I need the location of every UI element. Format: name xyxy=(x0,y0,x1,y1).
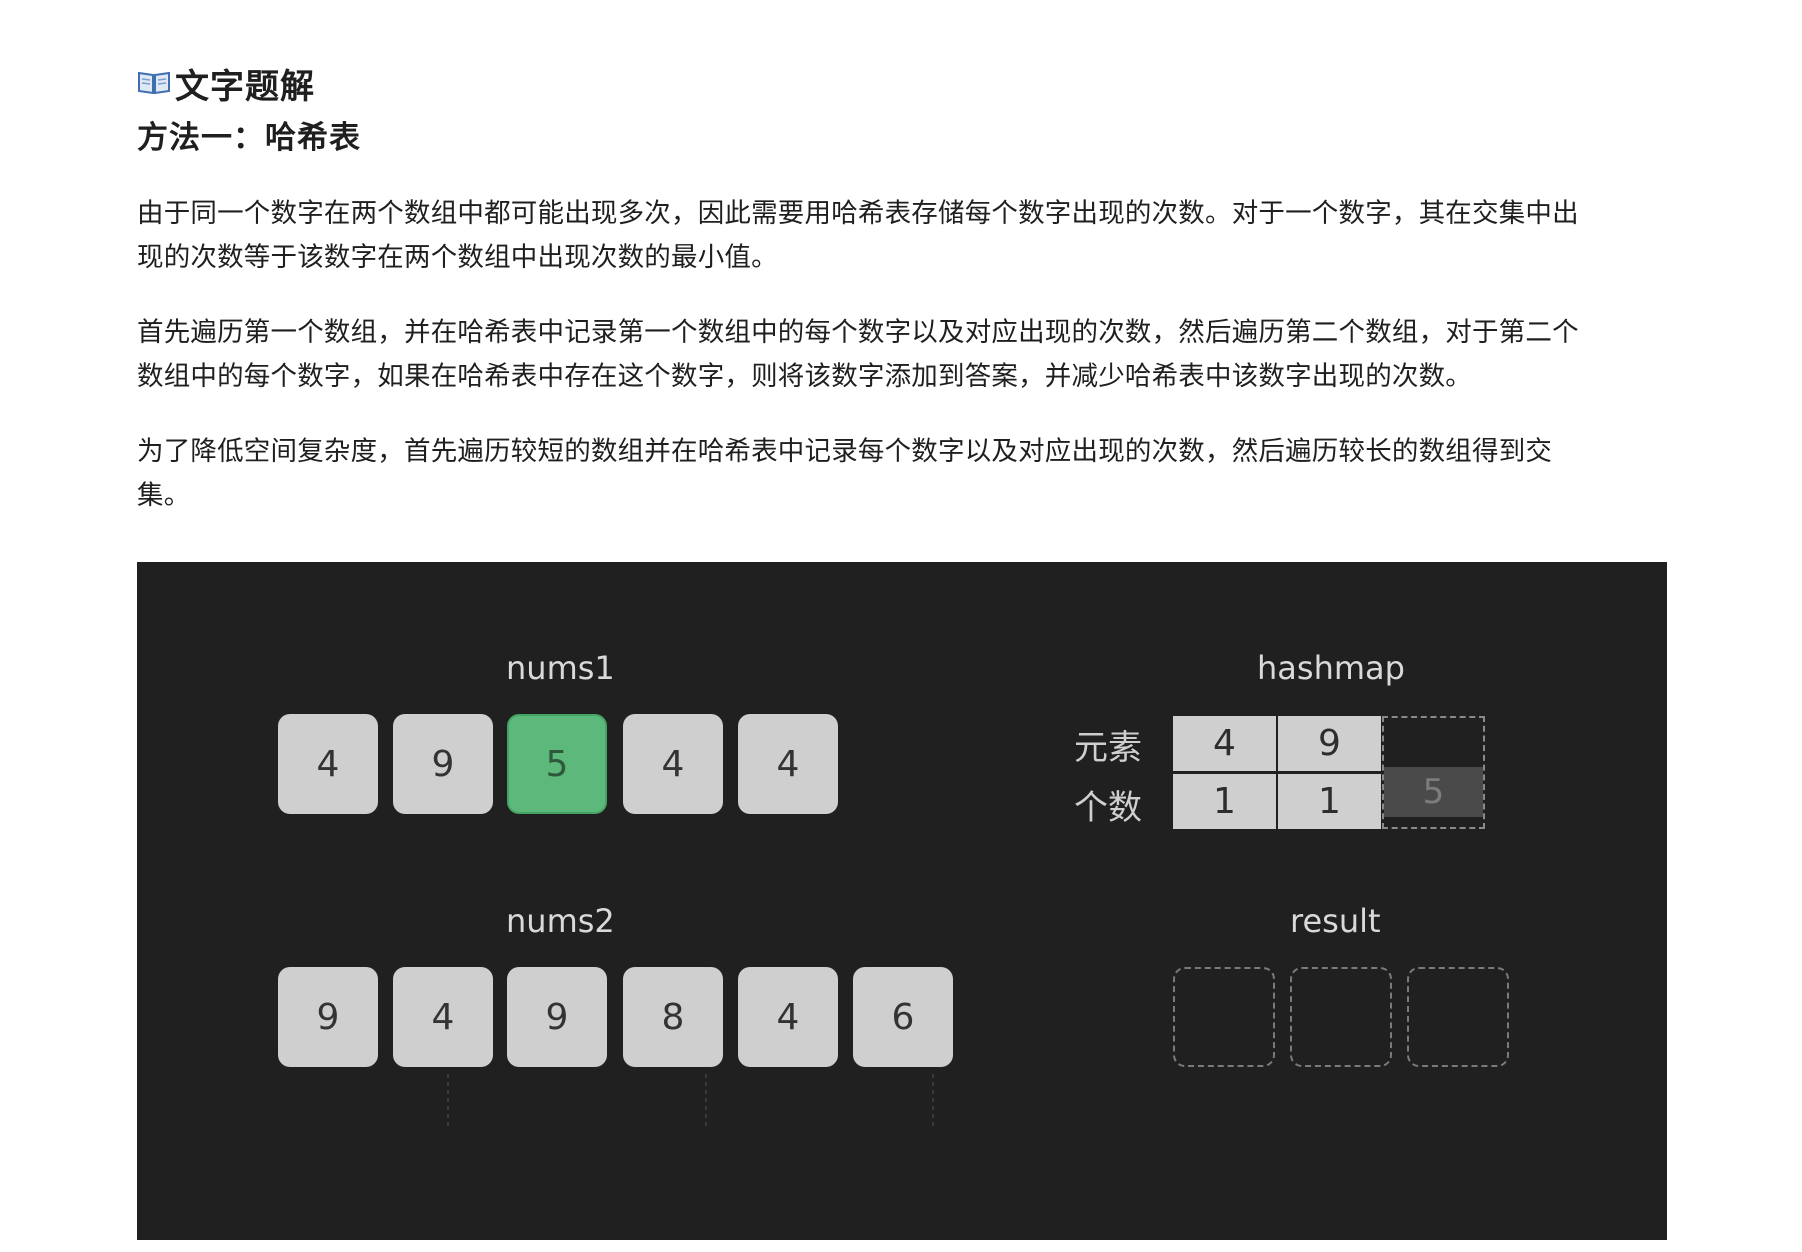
nums2-cell: 9 xyxy=(507,967,607,1067)
nums1-cell: 9 xyxy=(393,714,493,814)
hashmap-element-row-label: 元素 xyxy=(1074,728,1142,768)
paragraph-2-line-2: 数组中的每个数字，如果在哈希表中存在这个数字，则将该数字添加到答案，并减少哈希表… xyxy=(137,361,1472,392)
nums2-label: nums2 xyxy=(506,902,615,940)
paragraph-1-line-1: 由于同一个数字在两个数组中都可能出现多次，因此需要用哈希表存储每个数字出现的次数… xyxy=(137,198,1579,229)
paragraph-3-line-2: 集。 xyxy=(137,480,191,511)
paragraph-1: 由于同一个数字在两个数组中都可能出现多次，因此需要用哈希表存储每个数字出现的次数… xyxy=(137,192,1667,280)
paragraph-3: 为了降低空间复杂度，首先遍历较短的数组并在哈希表中记录每个数字以及对应出现的次数… xyxy=(137,430,1667,518)
nums2-cell: 9 xyxy=(278,967,378,1067)
nums1-cell: 4 xyxy=(738,714,838,814)
hashmap-element-cell: 9 xyxy=(1278,716,1383,771)
result-label: result xyxy=(1290,902,1381,940)
page-title: 文字题解 xyxy=(175,66,315,107)
nums2-cell: 8 xyxy=(623,967,723,1067)
heading: 文字题解 xyxy=(137,60,315,107)
hashmap-incoming-value: 5 xyxy=(1384,767,1483,817)
nums1-label: nums1 xyxy=(506,649,615,687)
hashmap-count-row-label: 个数 xyxy=(1074,788,1142,828)
pointer-tick xyxy=(447,1074,449,1128)
result-slot xyxy=(1173,967,1275,1067)
nums2-cell: 4 xyxy=(393,967,493,1067)
hashmap-label: hashmap xyxy=(1257,649,1405,687)
result-slot xyxy=(1407,967,1509,1067)
hashmap-count-cell: 1 xyxy=(1173,774,1278,829)
open-book-icon xyxy=(137,69,173,97)
nums2-cell: 6 xyxy=(853,967,953,1067)
nums1-cell-active: 5 xyxy=(507,714,607,814)
hashmap-count-cell: 1 xyxy=(1278,774,1383,829)
nums1-cell: 4 xyxy=(278,714,378,814)
paragraph-1-line-2: 现的次数等于该数字在两个数组中出现次数的最小值。 xyxy=(137,242,778,273)
pointer-tick xyxy=(705,1074,707,1128)
paragraph-2-line-1: 首先遍历第一个数组，并在哈希表中记录第一个数组中的每个数字以及对应出现的次数，然… xyxy=(137,317,1579,348)
method-subtitle: 方法一：哈希表 xyxy=(137,120,361,156)
paragraph-2: 首先遍历第一个数组，并在哈希表中记录第一个数组中的每个数字以及对应出现的次数，然… xyxy=(137,311,1667,399)
result-slot xyxy=(1290,967,1392,1067)
algorithm-animation: nums1 4 9 5 4 4 nums2 9 4 9 8 4 6 hashma… xyxy=(137,562,1667,1240)
pointer-tick xyxy=(932,1074,934,1128)
nums2-cell: 4 xyxy=(738,967,838,1067)
nums1-cell: 4 xyxy=(623,714,723,814)
hashmap-element-cell: 4 xyxy=(1173,716,1278,771)
paragraph-3-line-1: 为了降低空间复杂度，首先遍历较短的数组并在哈希表中记录每个数字以及对应出现的次数… xyxy=(137,436,1553,467)
